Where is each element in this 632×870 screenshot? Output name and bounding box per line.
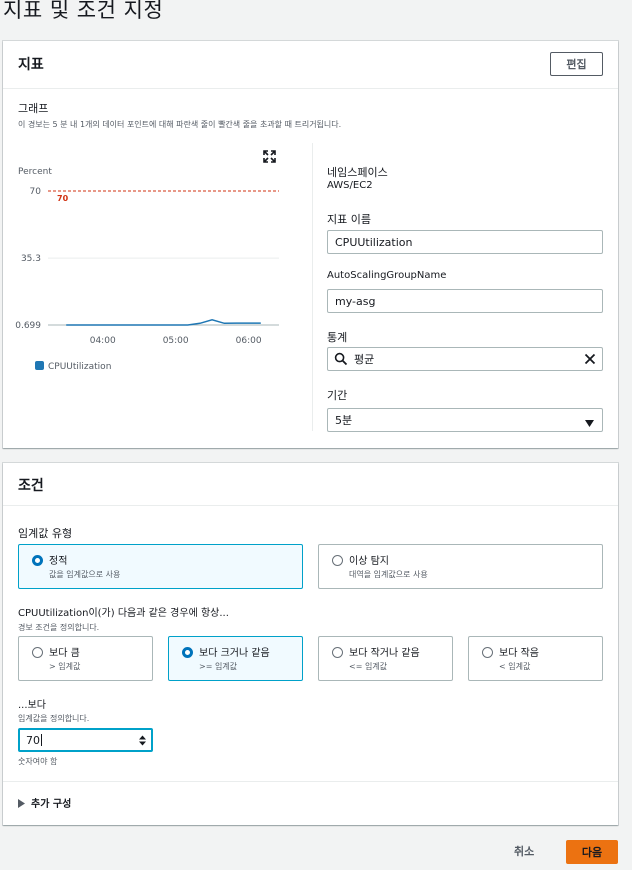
anomaly-radio[interactable] [332, 555, 343, 566]
statistic-select[interactable]: 평균 [327, 347, 603, 371]
page-title: 지표 및 조건 지정 [3, 0, 164, 22]
lower-or-equal-title: 보다 작거나 같음 [349, 648, 420, 659]
number-hint: 숫자여야 함 [18, 757, 58, 766]
static-radio[interactable] [32, 555, 43, 566]
graph-label: 그래프 [18, 102, 49, 115]
threshold-label: 70 [57, 194, 69, 203]
statistic-label: 통계 [327, 331, 348, 344]
namespace-value: AWS/EC2 [327, 180, 373, 191]
edit-button[interactable]: 편집 [550, 52, 603, 76]
caret-right-icon [18, 798, 25, 808]
lower-or-equal-desc: <= 임계값 [349, 662, 388, 671]
search-icon [334, 352, 348, 366]
operator-lower[interactable]: 보다 작음 < 임계값 [468, 636, 603, 681]
operator-greater-or-equal[interactable]: 보다 크거나 같음 >= 임계값 [168, 636, 303, 681]
y-axis-label: Percent [18, 167, 52, 177]
chart-divider [312, 143, 313, 431]
lower-or-equal-radio[interactable] [332, 647, 343, 658]
anomaly-desc: 대역을 임계값으로 사용 [349, 570, 428, 579]
namespace-label: 네임스페이스 [327, 166, 388, 179]
period-value: 5분 [335, 414, 353, 427]
anomaly-title: 이상 탐지 [349, 556, 389, 567]
greater-title: 보다 큼 [49, 648, 80, 659]
threshold-type-static[interactable]: 정적 값을 임계값으로 사용 [18, 544, 303, 589]
graph-description: 이 경보는 5 분 내 1개의 데이터 포인트에 대해 파란색 줄이 빨간색 줄… [18, 120, 342, 129]
greater-desc: > 임계값 [49, 662, 81, 671]
metric-name-field[interactable]: CPUUtilization [327, 230, 603, 254]
additional-config-toggle[interactable]: 추가 구성 [18, 795, 72, 810]
period-label: 기간 [327, 389, 348, 402]
metric-panel-header: 지표 편집 [3, 41, 618, 89]
threshold-type-label: 임계값 유형 [18, 527, 73, 540]
whenever-label: CPUUtilization이(가) 다음과 같은 경우에 항상... [18, 608, 229, 619]
condition-panel-header: 조건 [3, 463, 618, 506]
condition-panel: 조건 임계값 유형 정적 값을 임계값으로 사용 이상 탐지 대역을 임계값으로… [3, 463, 618, 825]
lower-radio[interactable] [482, 647, 493, 658]
dimension-field[interactable]: my-asg [327, 289, 603, 313]
metric-name-label: 지표 이름 [327, 213, 371, 226]
caret-down-icon [585, 417, 594, 427]
operator-greater[interactable]: 보다 큼 > 임계값 [18, 636, 153, 681]
metric-panel: 지표 편집 그래프 이 경보는 5 분 내 1개의 데이터 포인트에 대해 파란… [3, 41, 618, 448]
threshold-value-input[interactable]: 70 [18, 728, 153, 752]
condition-heading: 조건 [18, 478, 44, 494]
text-cursor [41, 734, 42, 746]
x-tick-label: 06:00 [236, 336, 262, 346]
additional-config-divider [3, 781, 618, 782]
additional-config-label: 추가 구성 [31, 798, 72, 810]
dimension-label: AutoScalingGroupName [327, 270, 447, 281]
operator-lower-or-equal[interactable]: 보다 작거나 같음 <= 임계값 [318, 636, 453, 681]
legend-swatch [35, 361, 44, 370]
greater-radio[interactable] [32, 647, 43, 658]
greater-or-equal-desc: >= 임계값 [199, 662, 238, 671]
lower-title: 보다 작음 [499, 648, 539, 659]
static-desc: 값을 임계값으로 사용 [49, 570, 121, 579]
than-description: 임계값을 정의합니다. [18, 714, 90, 723]
metric-heading: 지표 [18, 57, 44, 73]
metric-chart: Percent 70 35.3 0.699 04:00 05:00 06:00 70 CPUUt… [15, 167, 279, 371]
whenever-description: 경보 조건을 정의합니다. [18, 623, 100, 632]
cpu-series-line [66, 319, 261, 326]
x-tick-label: 05:00 [163, 336, 189, 346]
than-label: ...보다 [18, 700, 46, 711]
stepper-icon[interactable] [139, 735, 146, 746]
static-title: 정적 [49, 556, 68, 567]
period-select[interactable]: 5분 [327, 408, 603, 432]
statistic-value: 평균 [354, 353, 375, 366]
threshold-type-anomaly[interactable]: 이상 탐지 대역을 임계값으로 사용 [318, 544, 603, 589]
next-button[interactable]: 다음 [566, 840, 618, 864]
clear-icon[interactable] [584, 353, 596, 365]
greater-or-equal-title: 보다 크거나 같음 [199, 648, 270, 659]
y-tick-label: 70 [30, 187, 42, 197]
legend-label: CPUUtilization [48, 362, 111, 371]
greater-or-equal-radio[interactable] [182, 647, 193, 658]
threshold-value-text: 70 [26, 733, 40, 747]
cancel-button[interactable]: 취소 [514, 843, 534, 859]
lower-desc: < 임계값 [499, 662, 531, 671]
y-tick-label: 0.699 [15, 321, 41, 331]
x-tick-label: 04:00 [90, 336, 116, 346]
y-tick-label: 35.3 [21, 254, 41, 264]
